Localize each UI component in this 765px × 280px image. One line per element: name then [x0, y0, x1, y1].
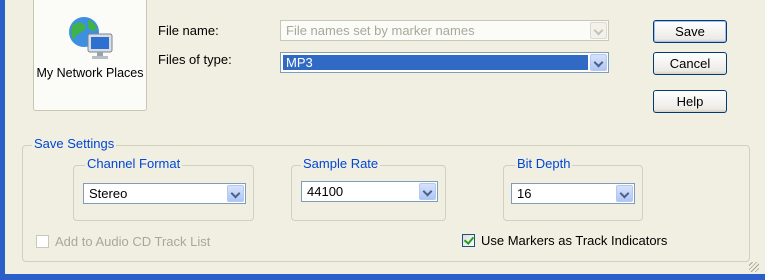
file-name-dropdown-button — [590, 22, 607, 39]
chevron-down-icon — [230, 188, 241, 199]
sample-rate-dropdown-button[interactable] — [419, 183, 436, 200]
files-of-type-value: MP3 — [283, 55, 588, 70]
chevron-down-icon — [593, 25, 604, 36]
network-places-icon — [69, 17, 113, 59]
chevron-down-icon — [619, 188, 630, 199]
resize-grip[interactable] — [749, 262, 759, 272]
cancel-button[interactable]: Cancel — [653, 52, 727, 75]
sample-rate-select[interactable]: 44100 — [301, 181, 438, 202]
bit-depth-label: Bit Depth — [515, 156, 573, 171]
chevron-down-icon — [593, 57, 604, 68]
files-of-type-label: Files of type: — [158, 52, 232, 67]
bit-depth-value: 16 — [517, 186, 532, 201]
save-settings-title: Save Settings — [32, 136, 117, 151]
use-markers-label[interactable]: Use Markers as Track Indicators — [481, 233, 667, 248]
save-button[interactable]: Save — [653, 20, 727, 43]
file-name-combo: File names set by marker names — [280, 20, 609, 41]
window-frame-bottom — [0, 274, 765, 280]
add-to-cd-checkbox — [36, 235, 49, 248]
window-frame-left — [0, 0, 5, 280]
sample-rate-label: Sample Rate — [301, 156, 381, 171]
bit-depth-dropdown-button[interactable] — [616, 185, 633, 202]
my-network-places-button[interactable]: My Network Places — [33, 0, 147, 111]
bit-depth-select[interactable]: 16 — [511, 183, 635, 204]
chevron-down-icon — [422, 186, 433, 197]
use-markers-checkbox[interactable] — [462, 234, 475, 247]
sample-rate-value: 44100 — [307, 184, 344, 199]
my-network-places-label: My Network Places — [36, 66, 144, 80]
files-of-type-select[interactable]: MP3 — [280, 52, 609, 73]
file-name-value: File names set by marker names — [286, 23, 475, 38]
files-of-type-dropdown-button[interactable] — [590, 54, 607, 71]
channel-format-label: Channel Format — [85, 156, 183, 171]
help-button[interactable]: Help — [653, 90, 727, 113]
checkmark-icon — [463, 234, 475, 245]
channel-format-dropdown-button[interactable] — [227, 185, 244, 202]
channel-format-value: Stereo — [89, 186, 128, 201]
channel-format-select[interactable]: Stereo — [83, 183, 246, 204]
file-name-label: File name: — [158, 23, 219, 38]
add-to-cd-label: Add to Audio CD Track List — [55, 234, 211, 249]
